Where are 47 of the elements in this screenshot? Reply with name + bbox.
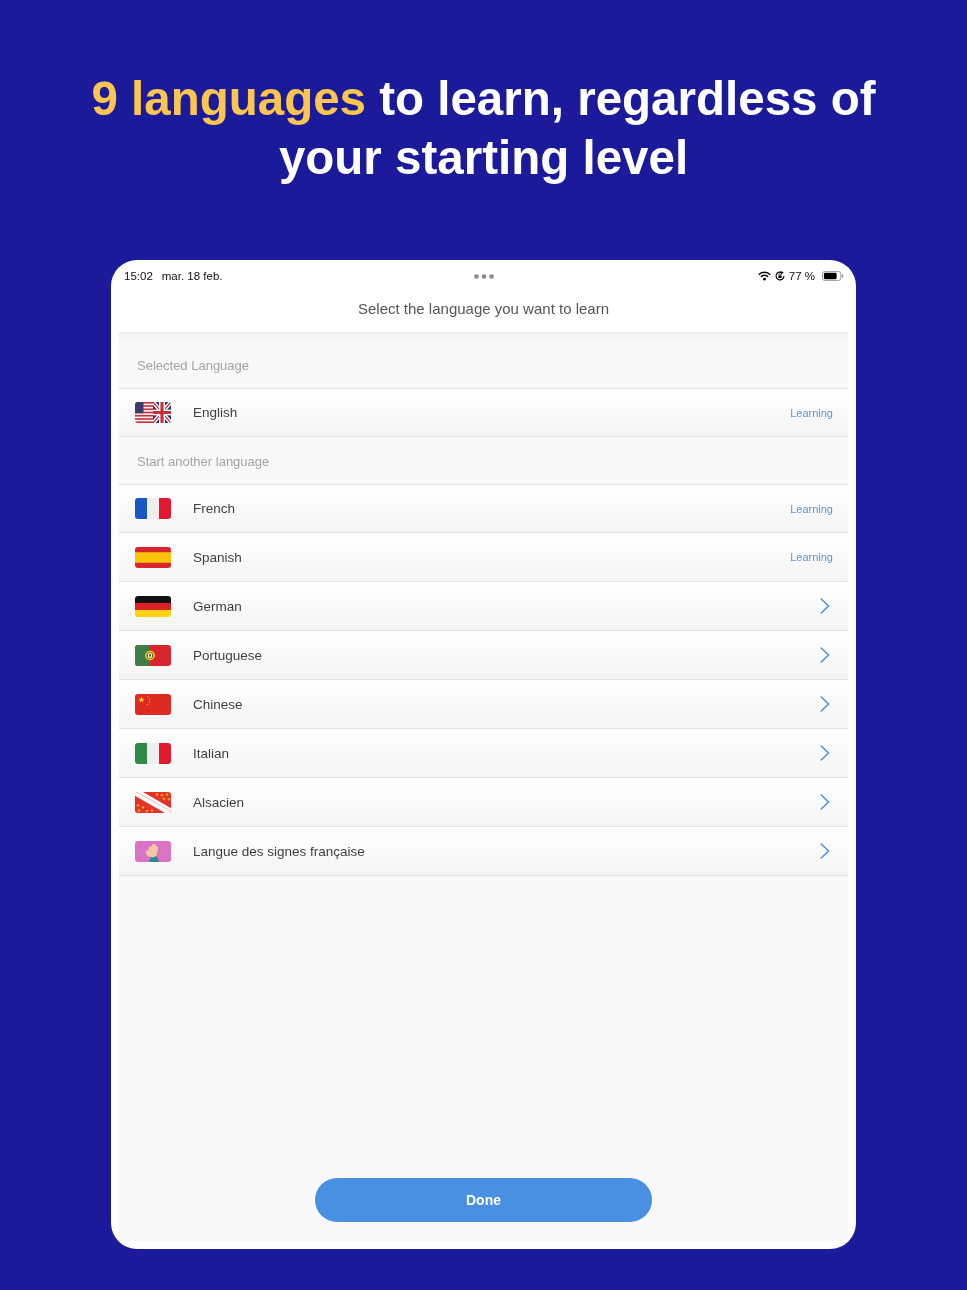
language-name: Spanish [193, 549, 243, 565]
chevron-right-icon [820, 843, 830, 859]
status-time: 15:02 [124, 270, 153, 282]
alsace-flag-icon [135, 791, 171, 813]
china-flag-icon [135, 693, 171, 715]
battery-percent: 77 % [788, 270, 815, 282]
chevron-right-icon [820, 794, 830, 810]
battery-icon [822, 271, 844, 281]
wifi-icon [757, 271, 771, 281]
hand-sign-icon [135, 840, 171, 862]
learning-label: Learning [790, 502, 833, 515]
language-name: German [193, 598, 243, 614]
language-name: Portuguese [193, 647, 264, 663]
learning-label: Learning [790, 406, 833, 419]
language-name: Langue des signes française [193, 843, 366, 859]
language-row[interactable]: Langue des signes française [119, 827, 848, 876]
section-header: Selected Language [136, 357, 251, 375]
us-uk-flag-icon [135, 402, 171, 423]
language-row[interactable]: Spanish Learning [119, 533, 848, 582]
screen-title: Select the language you want to learn [357, 299, 610, 319]
chevron-right-icon [820, 647, 830, 663]
ellipsis-icon [474, 273, 494, 279]
language-row[interactable]: English Learning [119, 388, 848, 437]
germany-flag-icon [135, 595, 171, 617]
language-row[interactable]: German [119, 582, 848, 631]
headline: 9 languages to learn, regardless of your starting level [90, 71, 877, 186]
italy-flag-icon [135, 742, 171, 764]
portugal-flag-icon [135, 644, 171, 666]
language-name: Chinese [193, 696, 244, 712]
chevron-right-icon [820, 745, 830, 761]
language-name: Italian [193, 745, 231, 761]
france-flag-icon [135, 498, 171, 519]
spain-flag-icon [135, 546, 171, 568]
language-row[interactable]: French Learning [119, 484, 848, 533]
language-row[interactable]: Portuguese [119, 631, 848, 680]
chevron-right-icon [820, 696, 830, 712]
language-name: Alsacien [193, 794, 246, 810]
section-header: Start another language [136, 453, 271, 471]
status-date: mar. 18 feb. [161, 270, 223, 282]
learning-label: Learning [790, 551, 833, 563]
language-name: English [193, 405, 239, 420]
language-row[interactable]: Alsacien [119, 778, 848, 827]
chevron-right-icon [820, 598, 830, 614]
language-row[interactable]: Italian [119, 729, 848, 778]
language-name: French [193, 501, 237, 516]
rotation-lock-icon [774, 271, 785, 281]
language-row[interactable]: Chinese [119, 680, 848, 729]
